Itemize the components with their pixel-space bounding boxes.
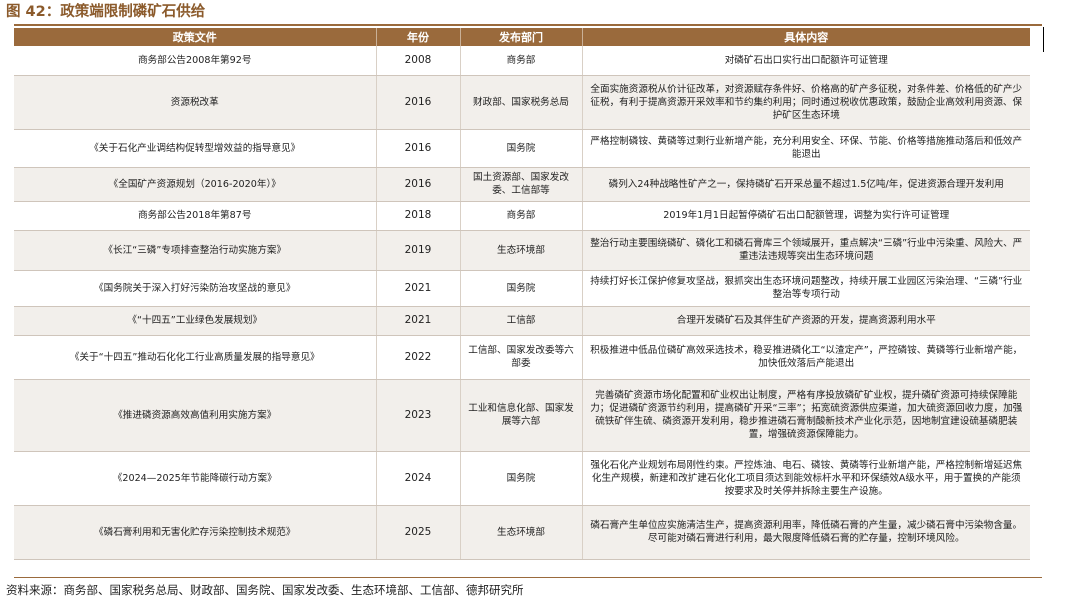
cell-dept: 生态环境部	[460, 230, 583, 271]
table-row: 《长江“三磷”专项排查整治行动实施方案》 2019 生态环境部 整治行动主要围绕…	[14, 230, 1030, 271]
cell-year: 2016	[376, 75, 461, 130]
table-row: 《“十四五”工业绿色发展规划》 2021 工信部 合理开发磷矿石及其伴生矿产资源…	[14, 306, 1030, 336]
cell-dept: 工业和信息化部、国家发展等六部	[460, 379, 583, 452]
table-row: 商务部公告2018年第87号 2018 商务部 2019年1月1日起暂停磷矿石出…	[14, 201, 1030, 231]
cell-year: 2008	[376, 46, 461, 76]
cell-year: 2019	[376, 230, 461, 271]
cell-doc: 商务部公告2018年第87号	[14, 201, 377, 231]
cell-year: 2016	[376, 167, 461, 202]
cell-doc: 《“十四五”工业绿色发展规划》	[14, 306, 377, 336]
cell-content: 积极推进中低品位磷矿高效采选技术，稳妥推进磷化工“以渣定产”，严控磷铵、黄磷等行…	[582, 335, 1030, 380]
header-content: 具体内容	[582, 28, 1030, 46]
table-row: 《全国矿产资源规划（2016-2020年）》 2016 国土资源部、国家发改委、…	[14, 167, 1030, 202]
policy-table: 政策文件 年份 发布部门 具体内容 商务部公告2008年第92号 2008 商务…	[14, 28, 1030, 560]
table-row: 资源税改革 2016 财政部、国家税务总局 全面实施资源税从价计征改革，对资源赋…	[14, 75, 1030, 130]
cell-dept: 商务部	[460, 201, 583, 231]
cell-year: 2018	[376, 201, 461, 231]
cell-dept: 财政部、国家税务总局	[460, 75, 583, 130]
header-doc: 政策文件	[14, 28, 377, 46]
table-row: 《2024—2025年节能降碳行动方案》 2024 国务院 强化石化产业规划布局…	[14, 451, 1030, 506]
table-row: 《关于石化产业调结构促转型增效益的指导意见》 2016 国务院 严格控制磷铵、黄…	[14, 129, 1030, 168]
cell-content: 整治行动主要围绕磷矿、磷化工和磷石膏库三个领域展开，重点解决“三磷”行业中污染重…	[582, 230, 1030, 271]
cell-year: 2023	[376, 379, 461, 452]
cell-dept: 国务院	[460, 129, 583, 168]
cell-dept: 生态环境部	[460, 505, 583, 560]
cell-year: 2021	[376, 270, 461, 307]
cell-doc: 《国务院关于深入打好污染防治攻坚战的意见》	[14, 270, 377, 307]
cell-doc: 《推进磷资源高效高值利用实施方案》	[14, 379, 377, 452]
header-year: 年份	[376, 28, 461, 46]
cell-year: 2016	[376, 129, 461, 168]
cell-content: 强化石化产业规划布局刚性约束。严控炼油、电石、磷铵、黄磷等行业新增产能，严格控制…	[582, 451, 1030, 506]
top-rule	[14, 24, 1042, 26]
table-row: 《推进磷资源高效高值利用实施方案》 2023 工业和信息化部、国家发展等六部 完…	[14, 379, 1030, 452]
cell-doc: 《关于石化产业调结构促转型增效益的指导意见》	[14, 129, 377, 168]
cell-doc: 资源税改革	[14, 75, 377, 130]
table-header-row: 政策文件 年份 发布部门 具体内容	[14, 28, 1030, 46]
cell-doc: 《关于“十四五”推动石化化工行业高质量发展的指导意见》	[14, 335, 377, 380]
cell-dept: 国土资源部、国家发改委、工信部等	[460, 167, 583, 202]
table-row: 《国务院关于深入打好污染防治攻坚战的意见》 2021 国务院 持续打好长江保护修…	[14, 270, 1030, 307]
cell-year: 2025	[376, 505, 461, 560]
table-row: 《关于“十四五”推动石化化工行业高质量发展的指导意见》 2022 工信部、国家发…	[14, 335, 1030, 380]
cell-doc: 《长江“三磷”专项排查整治行动实施方案》	[14, 230, 377, 271]
cell-dept: 国务院	[460, 270, 583, 307]
cell-content: 2019年1月1日起暂停磷矿石出口配额管理，调整为实行许可证管理	[582, 201, 1030, 231]
table-row: 商务部公告2008年第92号 2008 商务部 对磷矿石出口实行出口配额许可证管…	[14, 46, 1030, 76]
cell-dept: 国务院	[460, 451, 583, 506]
cell-content: 对磷矿石出口实行出口配额许可证管理	[582, 46, 1030, 76]
cell-content: 全面实施资源税从价计征改革，对资源赋存条件好、价格高的矿产多征税，对条件差、价格…	[582, 75, 1030, 130]
cell-dept: 工信部	[460, 306, 583, 336]
cell-content: 磷列入24种战略性矿产之一，保持磷矿石开采总量不超过1.5亿吨/年，促进资源合理…	[582, 167, 1030, 202]
cell-content: 完善磷矿资源市场化配置和矿业权出让制度，严格有序投放磷矿矿业权，提升磷矿资源可持…	[582, 379, 1030, 452]
cell-dept: 商务部	[460, 46, 583, 76]
bottom-rule	[14, 577, 1042, 578]
cell-year: 2024	[376, 451, 461, 506]
table-row: 《磷石膏利用和无害化贮存污染控制技术规范》 2025 生态环境部 磷石膏产生单位…	[14, 505, 1030, 560]
source-note: 资料来源：商务部、国家税务总局、财政部、国务院、国家发改委、生态环境部、工信部、…	[6, 583, 524, 597]
edge-marker	[1043, 27, 1044, 52]
cell-doc: 商务部公告2008年第92号	[14, 46, 377, 76]
cell-doc: 《全国矿产资源规划（2016-2020年）》	[14, 167, 377, 202]
cell-dept: 工信部、国家发改委等六部委	[460, 335, 583, 380]
cell-content: 严格控制磷铵、黄磷等过剩行业新增产能，充分利用安全、环保、节能、价格等措施推动落…	[582, 129, 1030, 168]
header-dept: 发布部门	[460, 28, 583, 46]
cell-year: 2022	[376, 335, 461, 380]
cell-content: 持续打好长江保护修复攻坚战，狠抓突出生态环境问题整改，持续开展工业园区污染治理、…	[582, 270, 1030, 307]
cell-year: 2021	[376, 306, 461, 336]
cell-doc: 《2024—2025年节能降碳行动方案》	[14, 451, 377, 506]
cell-content: 磷石膏产生单位应实施清洁生产，提高资源利用率，降低磷石膏的产生量，减少磷石膏中污…	[582, 505, 1030, 560]
figure-title: 图 42：政策端限制磷矿石供给	[6, 4, 206, 20]
cell-doc: 《磷石膏利用和无害化贮存污染控制技术规范》	[14, 505, 377, 560]
cell-content: 合理开发磷矿石及其伴生矿产资源的开发，提高资源利用水平	[582, 306, 1030, 336]
